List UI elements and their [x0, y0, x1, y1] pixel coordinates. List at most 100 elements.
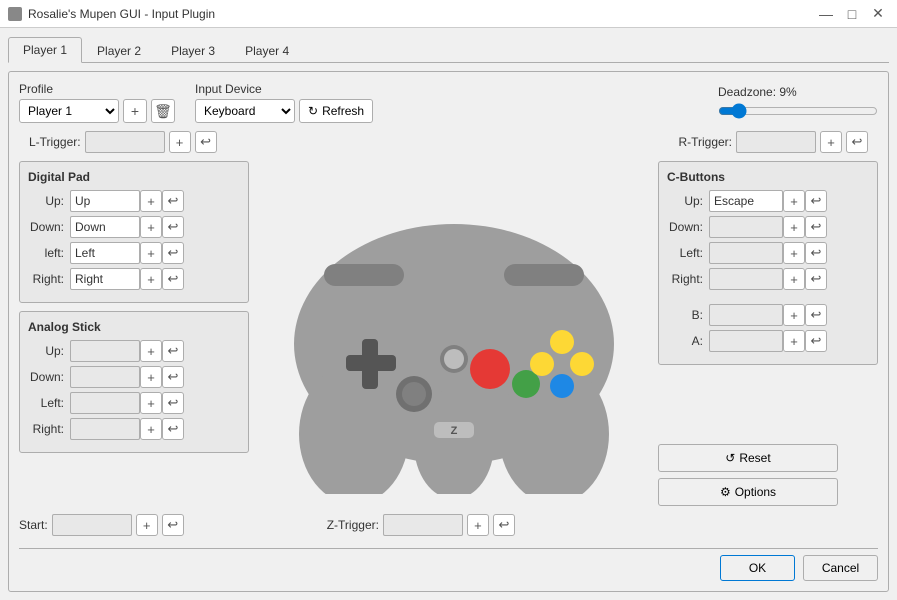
c-up-input[interactable]	[709, 190, 783, 212]
c-down-add[interactable]: +	[783, 216, 805, 238]
dpad-up-add[interactable]: +	[140, 190, 162, 212]
c-buttons-group: C-Buttons Up: + ↩ Down: + ↩	[658, 161, 878, 365]
title-bar: Rosalie's Mupen GUI - Input Plugin — □ ✕	[0, 0, 897, 28]
c-left-add[interactable]: +	[783, 242, 805, 264]
tab-player2[interactable]: Player 2	[82, 37, 156, 63]
dpad-right-add[interactable]: +	[140, 268, 162, 290]
analog-left-input[interactable]	[70, 392, 140, 414]
digital-pad-title: Digital Pad	[28, 170, 240, 184]
l-trigger-input[interactable]	[85, 131, 165, 153]
device-select[interactable]: Keyboard	[195, 99, 295, 123]
tab-player3[interactable]: Player 3	[156, 37, 230, 63]
start-add[interactable]: +	[136, 514, 158, 536]
c-right-input[interactable]	[709, 268, 783, 290]
r-trigger-input[interactable]	[736, 131, 816, 153]
analog-left-row: Left: + ↩	[28, 392, 240, 414]
controller-image: Z	[264, 174, 644, 494]
c-up-add[interactable]: +	[783, 190, 805, 212]
analog-up-clear[interactable]: ↩	[162, 340, 184, 362]
reset-icon: ↺	[725, 451, 735, 465]
analog-left-clear[interactable]: ↩	[162, 392, 184, 414]
deadzone-slider[interactable]	[718, 102, 878, 120]
b-input[interactable]	[709, 304, 783, 326]
b-add[interactable]: +	[783, 304, 805, 326]
dpad-up-row: Up: + ↩	[28, 190, 240, 212]
a-clear[interactable]: ↩	[805, 330, 827, 352]
analog-up-row: Up: + ↩	[28, 340, 240, 362]
dpad-down-row: Down: + ↩	[28, 216, 240, 238]
analog-up-label: Up:	[28, 344, 70, 358]
analog-right-row: Right: + ↩	[28, 418, 240, 440]
c-down-row: Down: + ↩	[667, 216, 869, 238]
analog-right-add[interactable]: +	[140, 418, 162, 440]
dpad-right-input[interactable]	[70, 268, 140, 290]
c-left-row: Left: + ↩	[667, 242, 869, 264]
delete-profile-button[interactable]: 🗑	[151, 99, 175, 123]
dpad-down-add[interactable]: +	[140, 216, 162, 238]
ztrigger-input[interactable]	[383, 514, 463, 536]
close-button[interactable]: ✕	[867, 3, 889, 25]
dpad-down-clear[interactable]: ↩	[162, 216, 184, 238]
r-trigger-group: R-Trigger: + ↩	[678, 131, 868, 153]
analog-right-input[interactable]	[70, 418, 140, 440]
dpad-up-clear[interactable]: ↩	[162, 190, 184, 212]
cancel-button[interactable]: Cancel	[803, 555, 878, 581]
a-row: A: + ↩	[667, 330, 869, 352]
tab-player1[interactable]: Player 1	[8, 37, 82, 63]
analog-down-add[interactable]: +	[140, 366, 162, 388]
options-button[interactable]: ⚙ Options	[658, 478, 838, 506]
analog-down-input[interactable]	[70, 366, 140, 388]
dpad-up-input[interactable]	[70, 190, 140, 212]
analog-right-clear[interactable]: ↩	[162, 418, 184, 440]
clear-icon: ↩	[200, 134, 211, 150]
minimize-button[interactable]: —	[815, 3, 837, 25]
r-trigger-clear-button[interactable]: ↩	[846, 131, 868, 153]
action-buttons: ↺ Reset ⚙ Options	[658, 444, 878, 506]
c-down-clear[interactable]: ↩	[805, 216, 827, 238]
analog-up-add[interactable]: +	[140, 340, 162, 362]
analog-up-input[interactable]	[70, 340, 140, 362]
c-right-add[interactable]: +	[783, 268, 805, 290]
analog-down-clear[interactable]: ↩	[162, 366, 184, 388]
dpad-left-add[interactable]: +	[140, 242, 162, 264]
tab-player4[interactable]: Player 4	[230, 37, 304, 63]
dpad-left-row: left: + ↩	[28, 242, 240, 264]
c-down-input[interactable]	[709, 216, 783, 238]
analog-left-add[interactable]: +	[140, 392, 162, 414]
l-trigger-clear-button[interactable]: ↩	[195, 131, 217, 153]
l-trigger-add-button[interactable]: +	[169, 131, 191, 153]
refresh-button[interactable]: ↻ Refresh	[299, 99, 373, 123]
ztrigger-add[interactable]: +	[467, 514, 489, 536]
ok-button[interactable]: OK	[720, 555, 795, 581]
b-clear[interactable]: ↩	[805, 304, 827, 326]
deadzone-group: Deadzone: 9%	[718, 85, 878, 123]
reset-button[interactable]: ↺ Reset	[658, 444, 838, 472]
profile-select[interactable]: Player 1	[19, 99, 119, 123]
title-bar-left: Rosalie's Mupen GUI - Input Plugin	[8, 7, 215, 21]
c-left-input[interactable]	[709, 242, 783, 264]
c-right-clear[interactable]: ↩	[805, 268, 827, 290]
window-title: Rosalie's Mupen GUI - Input Plugin	[28, 7, 215, 21]
right-panel-full: C-Buttons Up: + ↩ Down: + ↩	[658, 161, 878, 506]
options-label: Options	[735, 485, 776, 499]
a-add[interactable]: +	[783, 330, 805, 352]
dpad-down-input[interactable]	[70, 216, 140, 238]
dpad-down-label: Down:	[28, 220, 70, 234]
start-clear[interactable]: ↩	[162, 514, 184, 536]
start-input[interactable]	[52, 514, 132, 536]
maximize-button[interactable]: □	[841, 3, 863, 25]
ztrigger-clear[interactable]: ↩	[493, 514, 515, 536]
analog-down-row: Down: + ↩	[28, 366, 240, 388]
profile-group: Profile Player 1 + 🗑	[19, 82, 175, 123]
dpad-left-clear[interactable]: ↩	[162, 242, 184, 264]
profile-label: Profile	[19, 82, 175, 96]
c-left-clear[interactable]: ↩	[805, 242, 827, 264]
dpad-right-clear[interactable]: ↩	[162, 268, 184, 290]
add-profile-button[interactable]: +	[123, 99, 147, 123]
a-input[interactable]	[709, 330, 783, 352]
b-row: B: + ↩	[667, 304, 869, 326]
r-trigger-add-button[interactable]: +	[820, 131, 842, 153]
analog-left-label: Left:	[28, 396, 70, 410]
c-up-clear[interactable]: ↩	[805, 190, 827, 212]
dpad-left-input[interactable]	[70, 242, 140, 264]
